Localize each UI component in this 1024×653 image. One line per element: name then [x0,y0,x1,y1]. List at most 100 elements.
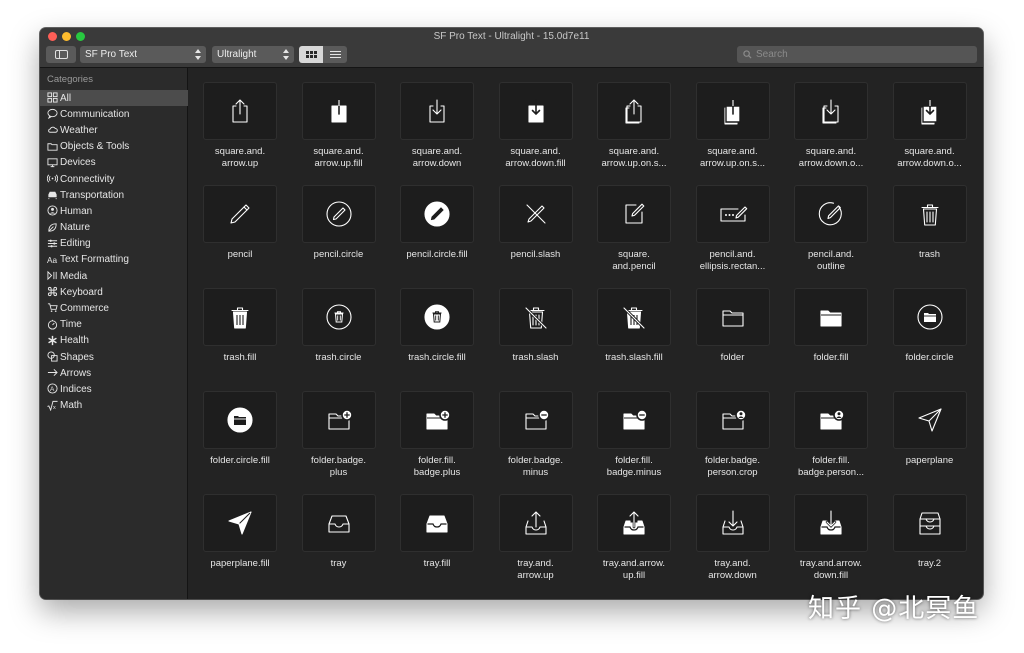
symbol-tile[interactable] [597,288,671,346]
sidebar-item-weather[interactable]: Weather [40,122,188,138]
symbol-cell[interactable]: square. and.pencil [587,171,681,274]
symbol-tile[interactable] [695,494,770,552]
font-weight-select[interactable]: Ultralight [212,46,294,63]
sidebar-item-health[interactable]: Health [40,333,188,349]
symbol-tile[interactable] [301,288,376,346]
symbol-cell[interactable]: tray.and. arrow.up [489,480,583,583]
symbol-cell[interactable]: pencil.circle.fill [390,171,484,274]
symbol-tile[interactable] [892,185,967,243]
symbol-tile[interactable] [400,185,474,243]
symbol-cell[interactable]: tray.fill [390,480,484,583]
sidebar-item-connectivity[interactable]: Connectivity [40,171,188,187]
sidebar-toggle-button[interactable] [46,46,76,63]
symbol-tile[interactable] [301,494,376,552]
symbol-cell[interactable]: pencil [193,171,287,274]
grid-view-button[interactable] [299,46,323,63]
symbol-cell[interactable]: trash.circle [292,274,386,377]
symbol-cell[interactable]: square.and. arrow.down.o... [883,68,977,171]
sidebar-item-text-formatting[interactable]: Aa Text Formatting [40,252,188,268]
minimize-window-button[interactable] [62,32,71,41]
symbol-cell[interactable]: folder.fill. badge.person... [784,377,878,480]
symbol-tile[interactable] [794,391,868,449]
symbol-tile[interactable] [794,82,868,140]
symbol-cell[interactable]: paperplane [883,377,977,480]
symbol-cell[interactable]: trash.fill [193,274,287,377]
list-view-button[interactable] [323,46,347,63]
symbol-tile[interactable] [498,82,573,140]
symbol-tile[interactable] [794,185,868,243]
symbol-cell[interactable]: paperplane.fill [193,480,287,583]
symbol-tile[interactable] [498,185,573,243]
symbol-tile[interactable] [203,288,277,346]
symbol-tile[interactable] [498,494,573,552]
zoom-window-button[interactable] [76,32,85,41]
symbol-cell[interactable]: folder [686,274,780,377]
symbol-cell[interactable]: square.and. arrow.up.on.s... [686,68,780,171]
symbol-cell[interactable]: pencil.and. ellipsis.rectan... [686,171,780,274]
sidebar-item-communication[interactable]: Communication [40,106,188,122]
symbol-tile[interactable] [695,185,770,243]
symbol-tile[interactable] [597,185,671,243]
sidebar-item-math[interactable]: x Math [40,398,188,414]
sidebar-item-all[interactable]: All [40,90,188,107]
symbol-cell[interactable]: pencil.circle [292,171,386,274]
symbol-cell[interactable]: trash.circle.fill [390,274,484,377]
symbol-tile[interactable] [400,288,474,346]
symbol-tile[interactable] [695,288,770,346]
symbol-cell[interactable]: trash [883,171,977,274]
symbol-tile[interactable] [794,288,868,346]
symbol-cell[interactable]: trash.slash.fill [587,274,681,377]
symbol-cell[interactable]: folder.badge. minus [489,377,583,480]
symbol-tile[interactable] [203,391,277,449]
font-family-select[interactable]: SF Pro Text [80,46,206,63]
sidebar-item-nature[interactable]: Nature [40,220,188,236]
sidebar-item-indices[interactable]: A Indices [40,381,188,397]
symbol-cell[interactable]: folder.circle.fill [193,377,287,480]
symbol-cell[interactable]: square.and. arrow.down.fill [489,68,583,171]
sidebar-item-transportation[interactable]: Transportation [40,187,188,203]
sidebar-item-media[interactable]: Media [40,268,188,284]
symbol-cell[interactable]: tray.and.arrow. up.fill [587,480,681,583]
symbol-tile[interactable] [695,391,770,449]
symbol-tile[interactable] [498,391,573,449]
symbol-cell[interactable]: folder.badge. person.crop [686,377,780,480]
symbol-tile[interactable] [892,494,967,552]
symbol-cell[interactable]: square.and. arrow.down.o... [784,68,878,171]
symbol-tile[interactable] [301,391,376,449]
symbol-cell[interactable]: folder.fill [784,274,878,377]
symbol-tile[interactable] [400,494,474,552]
symbol-tile[interactable] [400,391,474,449]
symbol-tile[interactable] [498,288,573,346]
symbol-cell[interactable]: pencil.and. outline [784,171,878,274]
symbol-tile[interactable] [301,185,376,243]
symbol-cell[interactable]: square.and. arrow.up.on.s... [587,68,681,171]
symbol-cell[interactable]: folder.fill. badge.plus [390,377,484,480]
symbol-cell[interactable]: folder.fill. badge.minus [587,377,681,480]
symbol-cell[interactable]: square.and. arrow.up [193,68,287,171]
sidebar-item-arrows[interactable]: Arrows [40,365,188,381]
symbol-cell[interactable]: trash.slash [489,274,583,377]
symbol-tile[interactable] [892,391,967,449]
symbol-cell[interactable]: folder.badge. plus [292,377,386,480]
symbol-cell[interactable]: square.and. arrow.down [390,68,484,171]
symbol-tile[interactable] [203,82,277,140]
symbol-tile[interactable] [597,391,671,449]
symbol-cell[interactable]: tray.and.arrow. down.fill [784,480,878,583]
symbol-tile[interactable] [203,185,277,243]
symbol-tile[interactable] [597,82,671,140]
symbol-cell[interactable]: square.and. arrow.up.fill [292,68,386,171]
symbol-tile[interactable] [301,82,376,140]
close-window-button[interactable] [48,32,57,41]
symbol-cell[interactable]: tray.and. arrow.down [686,480,780,583]
symbol-tile[interactable] [892,82,967,140]
title-bar[interactable]: SF Pro Text - Ultralight - 15.0d7e11 [40,28,983,45]
sidebar-item-shapes[interactable]: Shapes [40,349,188,365]
sidebar-item-commerce[interactable]: Commerce [40,300,188,316]
symbol-tile[interactable] [695,82,770,140]
symbol-tile[interactable] [203,494,277,552]
symbol-tile[interactable] [794,494,868,552]
sidebar-item-keyboard[interactable]: Keyboard [40,284,188,300]
search-field[interactable]: Search [737,46,977,63]
symbol-tile[interactable] [597,494,671,552]
sidebar-item-time[interactable]: Time [40,317,188,333]
